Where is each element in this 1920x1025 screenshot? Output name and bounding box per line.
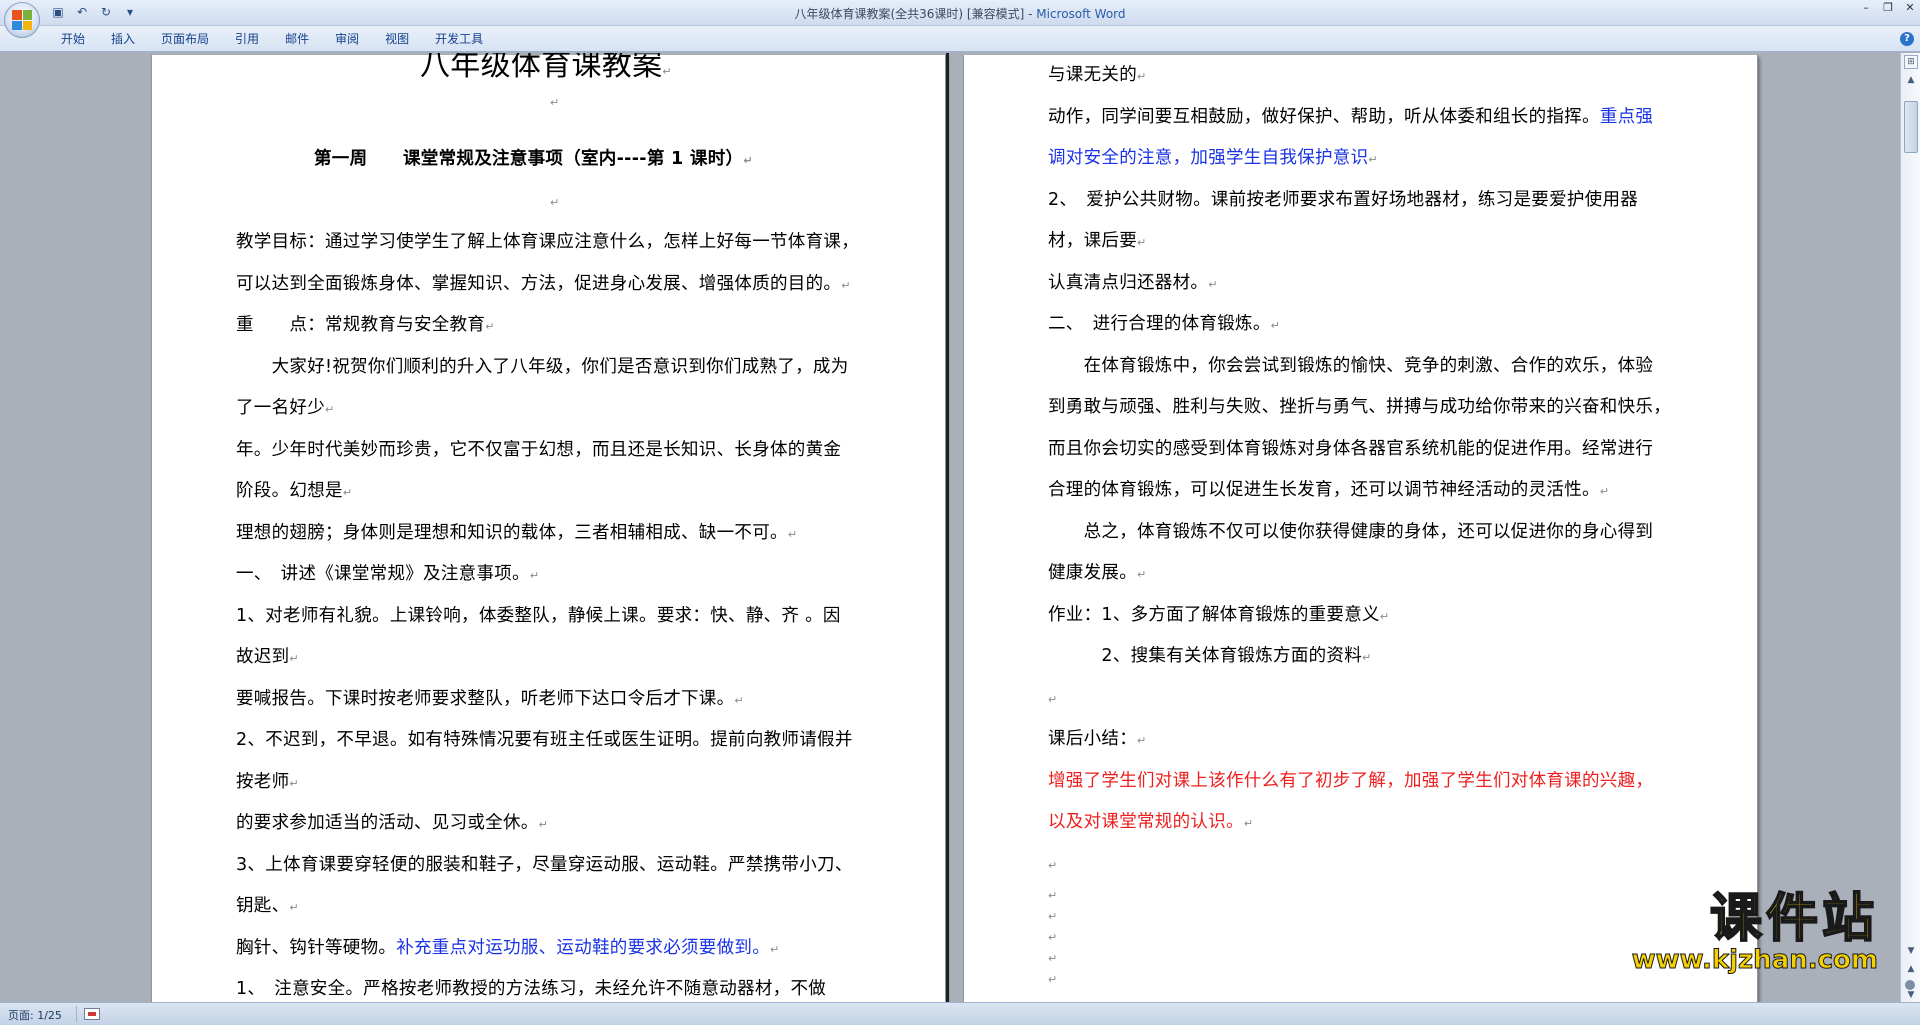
emphasis-line: 调对安全的注意，加强学生自我保护意识↵	[1048, 148, 1378, 168]
greeting-line: 大家好!祝贺你们顺利的升入了八年级，你们是否意识到你们成熟了，成为	[236, 357, 849, 377]
empty-paragraph: ↵	[1048, 693, 1058, 706]
scroll-down-icon[interactable]: ▼	[1904, 946, 1918, 960]
greeting-line: 阶段。幻想是↵	[236, 481, 353, 501]
watermark-url: www.kjzhan.com	[1631, 945, 1878, 975]
watermark-title: 课件站	[1709, 889, 1878, 949]
help-icon[interactable]: ?	[1900, 32, 1914, 46]
next-page-icon[interactable]: ▼	[1904, 990, 1918, 1002]
body-line: 材，课后要↵	[1048, 231, 1147, 251]
tab-home[interactable]: 开始	[48, 31, 98, 47]
vertical-scrollbar[interactable]: ⊞ ▲ ▼ ▲ ▼	[1900, 53, 1920, 1002]
scroll-thumb[interactable]	[1904, 101, 1918, 153]
window-title-doc: 八年级体育课教案(全共36课时) [兼容模式] -	[794, 7, 1037, 21]
tab-page-layout[interactable]: 页面布局	[148, 31, 222, 47]
proofing-icon[interactable]	[84, 1008, 100, 1020]
section-heading: 一、 讲述《课堂常规》及注意事项。↵	[236, 564, 540, 584]
teaching-goal-line: 可以达到全面锻炼身体、掌握知识、方法，促进身心发展、增强体质的目的。↵	[236, 274, 851, 294]
body-line: 认真清点归还器材。↵	[1048, 273, 1218, 293]
tab-mailings[interactable]: 邮件	[272, 31, 322, 47]
rule-line: 的要求参加适当的活动、见习或全休。↵	[236, 813, 549, 833]
section-heading: 二、 进行合理的体育锻炼。↵	[1048, 314, 1281, 334]
rule-line: 钥匙、↵	[236, 896, 299, 916]
tab-review[interactable]: 审阅	[322, 31, 372, 47]
tab-references[interactable]: 引用	[222, 31, 272, 47]
teaching-goal-line: 教学目标：通过学习使学生了解上体育课应注意什么，怎样上好每一节体育课，	[236, 232, 859, 252]
emphasis-text: 重点强	[1599, 107, 1654, 127]
key-point-line: 重 点：常规教育与安全教育↵	[236, 315, 495, 335]
office-logo-icon	[12, 10, 32, 30]
rule-line: 1、 注意安全。严格按老师教授的方法练习，未经允许不随意动器材，不做	[236, 979, 827, 999]
rule-line: 故迟到↵	[236, 647, 299, 667]
greeting-line: 理想的翅膀；身体则是理想和知识的载体，三者相辅相成、缺一不可。↵	[236, 523, 798, 543]
title-bar: ▣ ↶ ↻ ▾ 八年级体育课教案(全共36课时) [兼容模式] - Micros…	[0, 0, 1920, 38]
scroll-up-icon[interactable]: ▲	[1904, 73, 1918, 87]
status-divider	[76, 1006, 77, 1022]
tab-developer[interactable]: 开发工具	[422, 31, 496, 47]
tab-view[interactable]: 视图	[372, 31, 422, 47]
document-title: 八年级体育课教案↵	[420, 53, 672, 83]
window-title-app: Microsoft Word	[1036, 7, 1126, 21]
body-line: 到勇敢与顽强、胜利与失败、挫折与勇气、拼搏与成功给你带来的兴奋和快乐，	[1048, 397, 1671, 417]
previous-page-icon[interactable]: ▲	[1904, 964, 1918, 978]
summary-label: 课后小结：↵	[1048, 729, 1147, 749]
rule-line: 按老师↵	[236, 772, 299, 792]
rule-line: 2、不迟到，不早退。如有特殊情况要有班主任或医生证明。提前向教师请假并	[236, 730, 853, 750]
watermark-logo: 课件站 www.kjzhan.com	[1631, 889, 1878, 975]
emphasis-text: 补充重点对运功服、运动鞋的要求必须要做到。	[396, 938, 771, 958]
window-title: 八年级体育课教案(全共36课时) [兼容模式] - Microsoft Word	[0, 5, 1920, 22]
tab-insert[interactable]: 插入	[98, 31, 148, 47]
empty-paragraph: ↵	[1048, 973, 1058, 986]
empty-paragraph: ↵	[550, 196, 560, 209]
rule-line: 要喊报告。下课时按老师要求整队，听老师下达口令后才下课。↵	[236, 689, 744, 709]
body-line: 健康发展。↵	[1048, 563, 1147, 583]
document-workspace[interactable]: 八年级体育课教案↵ ↵ 第一周 课堂常规及注意事项（室内----第 1 课时）↵…	[0, 53, 1900, 1002]
homework-line: 2、搜集有关体育锻炼方面的资料↵	[1048, 646, 1372, 666]
summary-line: 增强了学生们对课上该作什么有了初步了解，加强了学生们对体育课的兴趣，	[1048, 771, 1654, 791]
homework-line: 作业：1、多方面了解体育锻炼的重要意义↵	[1048, 605, 1390, 625]
rule-line: 胸针、钩针等硬物。补充重点对运功服、运动鞋的要求必须要做到。↵	[236, 938, 780, 958]
page-divider	[946, 53, 949, 1002]
window-controls: – ❐ ✕	[1860, 2, 1916, 14]
empty-paragraph: ↵	[1048, 859, 1058, 872]
page-count[interactable]: 页面: 1/25	[8, 1007, 62, 1023]
body-line: 在体育锻炼中，你会尝试到锻炼的愉快、竞争的刺激、合作的欢乐，体验	[1048, 356, 1654, 376]
rule-line: 1、对老师有礼貌。上课铃响，体委整队，静候上课。要求：快、静、齐 。因	[236, 606, 841, 626]
body-line: 总之，体育锻炼不仅可以使你获得健康的身体，还可以促进你的身心得到	[1048, 522, 1654, 542]
rule-line: 3、上体育课要穿轻便的服装和鞋子，尽量穿运动服、运动鞋。严禁携带小刀、	[236, 855, 853, 875]
browse-object-icon[interactable]	[1905, 980, 1915, 990]
body-line: 而且你会切实的感受到体育锻炼对身体各器官系统机能的促进作用。经常进行	[1048, 439, 1654, 459]
greeting-line: 年。少年时代美妙而珍贵，它不仅富于幻想，而且还是长知识、长身体的黄金	[236, 440, 842, 460]
body-line: 与课无关的↵	[1048, 65, 1147, 85]
document-page-right[interactable]: 与课无关的↵ 动作，同学间要互相鼓励，做好保护、帮助，听从体委和组长的指挥。重点…	[963, 55, 1758, 1002]
document-page-left[interactable]: 八年级体育课教案↵ ↵ 第一周 课堂常规及注意事项（室内----第 1 课时）↵…	[151, 53, 946, 1002]
close-icon[interactable]: ✕	[1904, 2, 1916, 14]
office-button[interactable]	[4, 2, 40, 38]
greeting-line: 了一名好少↵	[236, 398, 335, 418]
body-line: 2、 爱护公共财物。课前按老师要求布置好场地器材，练习是要爱护使用器	[1048, 190, 1639, 210]
minimize-icon[interactable]: –	[1860, 2, 1872, 14]
body-line: 动作，同学间要互相鼓励，做好保护、帮助，听从体委和组长的指挥。重点强	[1048, 107, 1654, 127]
week-heading: 第一周 课堂常规及注意事项（室内----第 1 课时）↵	[314, 149, 753, 169]
status-bar: 页面: 1/25	[0, 1002, 1920, 1025]
restore-icon[interactable]: ❐	[1882, 2, 1894, 14]
summary-line: 以及对课堂常规的认识。↵	[1048, 812, 1254, 832]
ruler-toggle-icon[interactable]: ⊞	[1904, 55, 1918, 69]
ribbon-tab-bar: 开始 插入 页面布局 引用 邮件 审阅 视图 开发工具 ?	[0, 26, 1920, 52]
empty-paragraph: ↵	[550, 96, 560, 109]
body-line: 合理的体育锻炼，可以促进生长发育，还可以调节神经活动的灵活性。↵	[1048, 480, 1610, 500]
